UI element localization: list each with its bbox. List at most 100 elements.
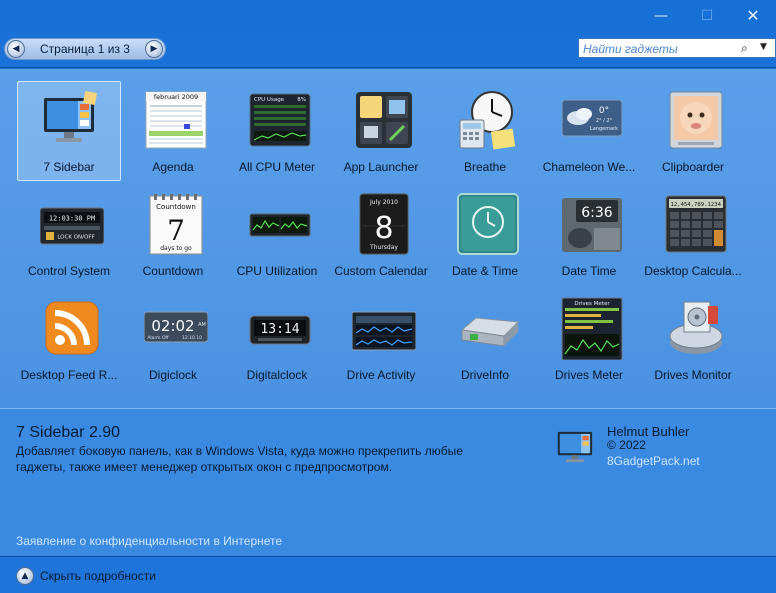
gadget-tile[interactable]: 0° 2° / 2° Langemark Chameleon We... — [537, 81, 641, 181]
clipboarder-icon — [669, 91, 723, 149]
gadget-label: 7 Sidebar — [43, 160, 95, 174]
copyright: © 2022 — [607, 438, 646, 452]
flip-clock-time: 6:36 — [581, 205, 613, 221]
gadget-tile[interactable]: Desktop Feed R... — [17, 289, 121, 389]
agenda-calendar-icon: februari 2009 — [145, 91, 207, 149]
gadget-label: Agenda — [152, 160, 194, 174]
drives-meter-title: Drives Meter — [574, 301, 610, 307]
gadget-tile[interactable]: 6:36 Date Time — [537, 185, 641, 285]
next-page-button[interactable]: ▶ — [145, 40, 163, 58]
gadget-tile[interactable]: July 2010 8 Thursday Custom Calendar — [329, 185, 433, 285]
digiclock-date: 12.10.10 — [182, 335, 202, 341]
gadget-tile[interactable]: februari 2009 Agenda — [121, 81, 225, 181]
gadget-label: Drives Monitor — [654, 368, 732, 382]
gadget-tile[interactable]: CPU Usage 8% All CPU Meter — [225, 81, 329, 181]
flip-clock-icon: 6:36 — [562, 198, 622, 252]
gadget-label: Control System — [27, 264, 111, 278]
digitalclock-time: 13:14 — [260, 322, 299, 337]
weather-icon: 0° 2° / 2° Langemark — [561, 99, 623, 137]
gadget-label: Clipboarder — [661, 160, 725, 174]
date-time-clock-icon — [457, 193, 519, 255]
calculator-icon: 12,454,789.1234 — [665, 195, 727, 253]
gadget-label: Breathe — [463, 160, 507, 174]
gadget-label: Desktop Feed R... — [20, 368, 118, 382]
agenda-month: februari 2009 — [154, 93, 198, 101]
search-dropdown-icon[interactable]: ▼ — [760, 42, 767, 52]
gadget-label: Countdown — [142, 264, 204, 278]
gadget-tile[interactable]: 12:03:30 PM LOCK ON/OFF Control System — [17, 185, 121, 285]
calendar-month: July 2010 — [369, 199, 398, 206]
calendar-day: 8 — [374, 211, 393, 246]
drive-activity-icon — [352, 311, 416, 351]
gadget-tile[interactable]: Countdown 7 days to go Countdown — [121, 185, 225, 285]
gadget-tile[interactable]: 7 Sidebar — [17, 81, 121, 181]
close-button[interactable]: ✕ — [730, 0, 776, 32]
weather-temperature: 0° — [599, 106, 609, 116]
maximize-button[interactable]: ☐ — [684, 0, 730, 32]
countdown-title: Countdown — [156, 203, 196, 211]
collapse-details-button[interactable]: ▲ — [16, 567, 34, 585]
drives-monitor-icon — [669, 301, 723, 354]
gadget-tile[interactable]: Drives Monitor — [641, 289, 745, 389]
previous-page-button[interactable]: ◀ — [7, 40, 25, 58]
gadget-label: Date & Time — [451, 264, 519, 278]
hide-details-label[interactable]: Скрыть подробности — [40, 569, 156, 583]
privacy-statement-link[interactable]: Заявление о конфиденциальности в Интерне… — [16, 534, 282, 548]
app-launcher-icon — [356, 92, 412, 148]
search-input[interactable] — [583, 41, 733, 56]
countdown-icon: Countdown 7 days to go — [149, 194, 203, 255]
gadget-label: Digiclock — [148, 368, 197, 382]
gadget-tile[interactable]: Drive Activity — [329, 289, 433, 389]
gadget-tile[interactable]: 12,454,789.1234 Desktop Calcula... — [641, 185, 745, 285]
gadget-gallery: 7 Sidebar februari 2009 Agenda CPU Usage — [0, 69, 776, 408]
gadget-tile[interactable]: 13:14 Digitalclock — [225, 289, 329, 389]
details-pane: 7 Sidebar 2.90 Добавляет боковую панель,… — [0, 408, 776, 556]
author-website-link[interactable]: 8GadgetPack.net — [607, 454, 700, 468]
gadget-tile[interactable]: 02:02 AM Alarm Off 12.10.10 Digiclock — [121, 289, 225, 389]
control-lock-label: LOCK ON/OFF — [57, 235, 94, 241]
page-indicator: Страница 1 из 3 — [40, 42, 130, 56]
calculator-display: 12,454,789.1234 — [670, 202, 721, 208]
control-time: 12:03:30 PM — [49, 215, 95, 223]
weather-city: Langemark — [590, 126, 618, 132]
gadget-label: Drives Meter — [554, 368, 623, 382]
countdown-days: 7 — [167, 214, 185, 247]
gadget-label: All CPU Meter — [238, 160, 315, 174]
digiclock-alarm: Alarm Off — [147, 335, 169, 341]
pager: ◀ Страница 1 из 3 ▶ — [4, 38, 166, 60]
drives-meter-icon: Drives Meter — [561, 297, 623, 360]
footer-bar: ▲ Скрыть подробности — [0, 556, 776, 593]
gadget-description: Добавляет боковую панель, как в Windows … — [16, 444, 463, 474]
gadget-tile[interactable]: DriveInfo — [433, 289, 537, 389]
cpu-meter-icon: CPU Usage 8% — [249, 93, 311, 147]
gadget-label: Date Time — [561, 264, 617, 278]
author-name: Helmut Buhler — [607, 424, 690, 439]
gadget-tile[interactable]: Clipboarder — [641, 81, 745, 181]
gadget-label: App Launcher — [343, 160, 419, 174]
digiclock-icon: 02:02 AM Alarm Off 12.10.10 — [144, 311, 208, 343]
gadget-label: Custom Calendar — [334, 264, 428, 278]
gadget-label: Chameleon We... — [542, 160, 636, 174]
drive-info-icon — [460, 317, 520, 347]
gadget-label: Drive Activity — [346, 368, 416, 382]
gadget-tile[interactable]: Drives Meter Drives Meter — [537, 289, 641, 389]
custom-calendar-icon: July 2010 8 Thursday — [359, 193, 409, 255]
minimize-button[interactable]: — — [638, 0, 684, 32]
countdown-caption: days to go — [160, 245, 192, 252]
control-system-icon: 12:03:30 PM LOCK ON/OFF — [40, 207, 104, 245]
gadget-label: CPU Utilization — [236, 264, 318, 278]
gadget-tile[interactable]: CPU Utilization — [225, 185, 329, 285]
gadget-label: Desktop Calcula... — [644, 264, 742, 278]
weather-range: 2° / 2° — [596, 118, 613, 124]
rss-feed-icon — [45, 301, 99, 355]
digiclock-ampm: AM — [198, 322, 206, 328]
gadget-label: Digitalclock — [246, 368, 308, 382]
gadget-tile[interactable]: Breathe — [433, 81, 537, 181]
search-icon[interactable]: ⌕ — [741, 41, 748, 56]
gadget-tile[interactable]: Date & Time — [433, 185, 537, 285]
cpu-percent: 8% — [297, 97, 306, 103]
cpu-utilization-icon — [249, 213, 311, 237]
breathe-clock-icon — [459, 91, 516, 150]
gadget-tile[interactable]: App Launcher — [329, 81, 433, 181]
gadget-label: DriveInfo — [460, 368, 510, 382]
